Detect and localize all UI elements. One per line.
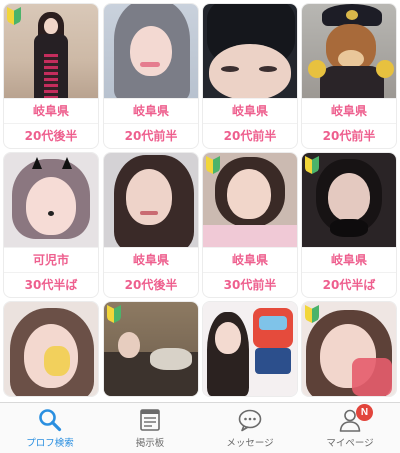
new-badge: N	[356, 404, 373, 421]
profile-age: 20代前半	[104, 123, 198, 148]
beginner-mark-icon	[305, 156, 319, 174]
speech-bubble-icon	[237, 407, 263, 433]
tab-label: 掲示板	[135, 438, 165, 449]
profile-grid: 岐阜県 20代後半 岐阜県 20代前半 岐阜県 20代前半 岐阜県 20代前半 …	[0, 0, 400, 402]
profile-region: 岐阜県	[104, 98, 198, 123]
profile-card[interactable]: 岐阜県 20代後半	[104, 153, 198, 297]
profile-age: 30代前半	[203, 272, 297, 297]
profile-age: 20代後半	[4, 123, 98, 148]
profile-card[interactable]	[104, 302, 198, 396]
profile-photo[interactable]	[4, 302, 98, 396]
profile-region: 岐阜県	[203, 247, 297, 272]
tab-messages[interactable]: メッセージ	[200, 403, 300, 453]
profile-region: 岐阜県	[4, 98, 98, 123]
beginner-mark-icon	[305, 305, 319, 323]
profile-photo[interactable]	[302, 4, 396, 98]
bottom-tab-bar: プロフ検索 掲示板 メッセージ N マイページ	[0, 402, 400, 453]
profile-card[interactable]: 岐阜県 30代前半	[203, 153, 297, 297]
profile-photo[interactable]	[203, 4, 297, 98]
profile-card[interactable]: 岐阜県 20代前半	[203, 4, 297, 148]
profile-region: 岐阜県	[302, 98, 396, 123]
profile-age: 20代前半	[302, 123, 396, 148]
profile-card[interactable]: 岐阜県 20代前半	[302, 4, 396, 148]
beginner-mark-icon	[7, 7, 21, 25]
tab-label: マイページ	[326, 438, 374, 449]
profile-region: 岐阜県	[104, 247, 198, 272]
profile-region: 岐阜県	[302, 247, 396, 272]
profile-card[interactable]	[302, 302, 396, 396]
profile-region: 岐阜県	[203, 98, 297, 123]
tab-profile-search[interactable]: プロフ検索	[0, 403, 100, 453]
sticker-decoration	[207, 227, 293, 241]
tab-my-page[interactable]: N マイページ	[300, 403, 400, 453]
profile-photo[interactable]	[203, 153, 297, 247]
tab-label: プロフ検索	[26, 438, 74, 449]
profile-age: 20代後半	[104, 272, 198, 297]
profile-photo[interactable]	[104, 4, 198, 98]
tab-label: メッセージ	[226, 438, 274, 449]
profile-region: 可児市	[4, 247, 98, 272]
profile-photo[interactable]	[302, 302, 396, 396]
profile-photo[interactable]	[4, 4, 98, 98]
beginner-mark-icon	[107, 305, 121, 323]
bulletin-board-icon	[137, 407, 163, 433]
profile-card[interactable]: 岐阜県 20代後半	[4, 4, 98, 148]
profile-card[interactable]	[203, 302, 297, 396]
profile-photo[interactable]	[104, 153, 198, 247]
profile-photo[interactable]	[302, 153, 396, 247]
profile-age: 20代半ば	[302, 272, 396, 297]
profile-photo[interactable]	[104, 302, 198, 396]
tab-bulletin-board[interactable]: 掲示板	[100, 403, 200, 453]
profile-card[interactable]: 岐阜県 20代半ば	[302, 153, 396, 297]
search-icon	[37, 407, 63, 433]
profile-card[interactable]	[4, 302, 98, 396]
profile-age: 20代前半	[203, 123, 297, 148]
beginner-mark-icon	[206, 156, 220, 174]
profile-photo[interactable]	[4, 153, 98, 247]
profile-card[interactable]: 岐阜県 20代前半	[104, 4, 198, 148]
profile-age: 30代半ば	[4, 272, 98, 297]
profile-card[interactable]: 可児市 30代半ば	[4, 153, 98, 297]
profile-photo[interactable]	[203, 302, 297, 396]
